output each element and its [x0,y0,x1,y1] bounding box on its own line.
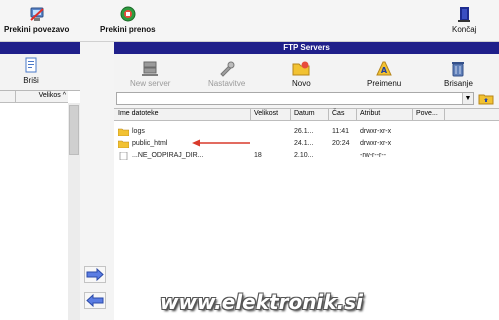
document-icon [25,57,37,73]
folder-icon [118,128,129,136]
parent-folder-button[interactable] [478,92,494,105]
file-date: 24.1... [294,140,314,147]
column-attributes[interactable]: Atribut [360,110,380,117]
stop-transfer-icon [120,6,136,22]
local-scrollbar[interactable] [68,103,80,320]
left-pane-toolbar: Briši [0,54,80,90]
chevron-down-icon[interactable]: ▼ [462,93,473,104]
new-folder-label: Novo [292,79,311,88]
file-row[interactable]: ...NE_ODPIRAJ_DIR... 18 2.10... -rw-r--r… [114,150,499,162]
local-column-size[interactable]: Velikos ^ [16,92,68,99]
delete-label: Brisanje [444,79,473,88]
local-edit-label: Briši [23,76,39,85]
delete-button[interactable]: Brisanje [444,60,473,88]
arrow-left-icon [86,293,104,308]
new-server-label: New server [130,79,171,88]
ftp-column-header: Ime datoteke Velikost Datum Čas Atribut … [114,109,499,121]
file-name: logs [132,128,145,135]
file-time: 20:24 [332,140,350,147]
top-toolbar: Prekini povezavo Prekini prenos Končaj [0,0,499,42]
ftp-servers-header: FTP Servers [114,42,499,54]
folder-icon [118,140,129,148]
svg-text:A: A [381,66,388,75]
local-scrollbar-thumb[interactable] [69,105,79,155]
folder-up-icon [478,94,494,105]
file-attributes: drwxr-xr-x [360,128,392,135]
local-column-header: Velikos ^ [0,91,68,103]
stop-transfer-button[interactable]: Prekini prenos [100,6,156,34]
left-pane-header [0,42,80,54]
column-time[interactable]: Čas [332,110,344,117]
local-file-list[interactable]: Velikos ^ [0,90,80,320]
sort-ascending-icon: ^ [62,92,66,99]
arrow-right-icon [86,267,104,282]
file-row[interactable]: public_html 24.1... 20:24 drwxr-xr-x [114,138,499,150]
disconnect-button[interactable]: Prekini povezavo [4,6,69,34]
file-size: 18 [254,152,262,159]
new-folder-button[interactable]: Novo [292,60,311,88]
watermark: www.elektronik.si [160,290,363,314]
column-link[interactable]: Pove... [416,110,438,117]
rename-label: Preimenu [367,79,402,88]
server-icon [142,61,159,76]
settings-button[interactable]: Nastavitve [208,60,245,88]
file-attributes: drwxr-xr-x [360,140,392,147]
file-date: 2.10... [294,152,314,159]
column-date[interactable]: Datum [294,110,315,117]
local-column-name[interactable] [0,91,16,103]
new-server-button[interactable]: New server [130,60,170,88]
disconnect-icon [29,7,44,21]
trash-icon [452,62,465,77]
column-size[interactable]: Velikost [254,110,278,117]
ftp-file-list[interactable]: Ime datoteke Velikost Datum Čas Atribut … [114,108,499,320]
settings-label: Nastavitve [208,79,246,88]
red-pointer-arrow [192,139,250,147]
rename-icon: A [376,61,392,76]
file-date: 26.1... [294,128,314,135]
disconnect-label: Prekini povezavo [4,25,70,34]
file-attributes: -rw-r--r-- [360,152,387,159]
exit-door-icon [458,7,471,22]
file-icon [119,152,128,160]
file-name: public_html [132,140,168,147]
download-button[interactable] [84,292,106,309]
ftp-toolbar: New server Nastavitve Novo A Preimenu Br… [114,54,499,90]
rename-button[interactable]: A Preimenu [367,60,401,88]
file-time: 11:41 [332,128,349,135]
file-row[interactable]: logs 26.1... 11:41 drwxr-xr-x [114,126,499,138]
file-name: ...NE_ODPIRAJ_DIR... [132,152,204,159]
new-folder-icon [292,61,310,76]
exit-button[interactable]: Končaj [452,6,476,34]
transfer-column [80,42,112,320]
ftp-path-combobox[interactable]: ▼ [116,92,474,105]
tools-icon [219,61,235,77]
column-filename[interactable]: Ime datoteke [118,110,158,117]
upload-button[interactable] [84,266,106,283]
exit-label: Končaj [452,25,477,34]
local-edit-button[interactable]: Briši [22,57,40,85]
stop-transfer-label: Prekini prenos [100,25,156,34]
